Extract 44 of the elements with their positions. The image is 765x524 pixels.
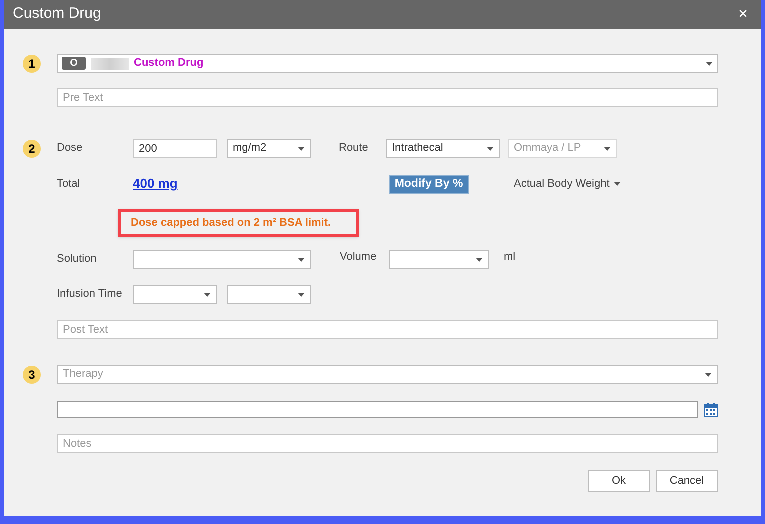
post-text-field[interactable]: Post Text [57,320,718,339]
window-title: Custom Drug [13,4,102,24]
caret-icon [604,146,611,150]
caret-icon [705,372,712,376]
caret-icon [614,182,621,186]
field-label: Total [57,176,82,192]
step-number-badge: 1 [23,54,41,72]
solution-select[interactable] [133,250,311,269]
weight-menu[interactable]: Actual Body Weight [514,176,621,192]
volume-select[interactable] [389,250,489,269]
caret-icon [298,258,305,262]
pre-text-field[interactable]: Pre Text [57,88,718,107]
dialog-button[interactable]: Ok [588,470,650,492]
minutes-select[interactable] [227,285,311,304]
field-label: Volume [340,250,378,265]
order-badge: O [62,57,86,70]
caret-icon [298,292,305,296]
drug-select[interactable]: O Custom Drug [57,54,718,73]
total-dose-link[interactable]: 400 mg [133,174,389,194]
caret-icon [476,258,483,262]
caret-icon [204,292,211,296]
step-number-badge: 3 [23,366,41,384]
field-label: Dose [57,141,84,156]
field-label: Infusion Time [57,287,124,302]
caret-icon [487,146,494,150]
notes-field[interactable]: Notes [57,434,718,453]
close-button[interactable]: × [734,6,752,22]
field-label: Solution [57,252,98,268]
step-number-badge: 2 [23,140,41,158]
unit-label: ml [504,250,516,265]
modify-button[interactable]: Modify By % [389,174,469,194]
caret-icon [298,146,305,150]
field-label: Route [339,141,370,156]
warning-message: Dose capped based on 2 m² BSA limit. [118,209,359,237]
drug-name: Custom Drug [134,56,205,72]
unit-select[interactable]: mg/m2 [227,139,311,158]
dose-field[interactable]: 200 [133,139,217,158]
dialog-button[interactable]: Cancel [656,470,718,492]
route-select[interactable]: Intrathecal [386,139,500,158]
hours-select[interactable] [133,285,217,304]
calendar-icon[interactable] [704,402,718,416]
date-field[interactable] [57,401,698,418]
redacted-bar [91,58,129,70]
caret-icon [706,62,713,66]
